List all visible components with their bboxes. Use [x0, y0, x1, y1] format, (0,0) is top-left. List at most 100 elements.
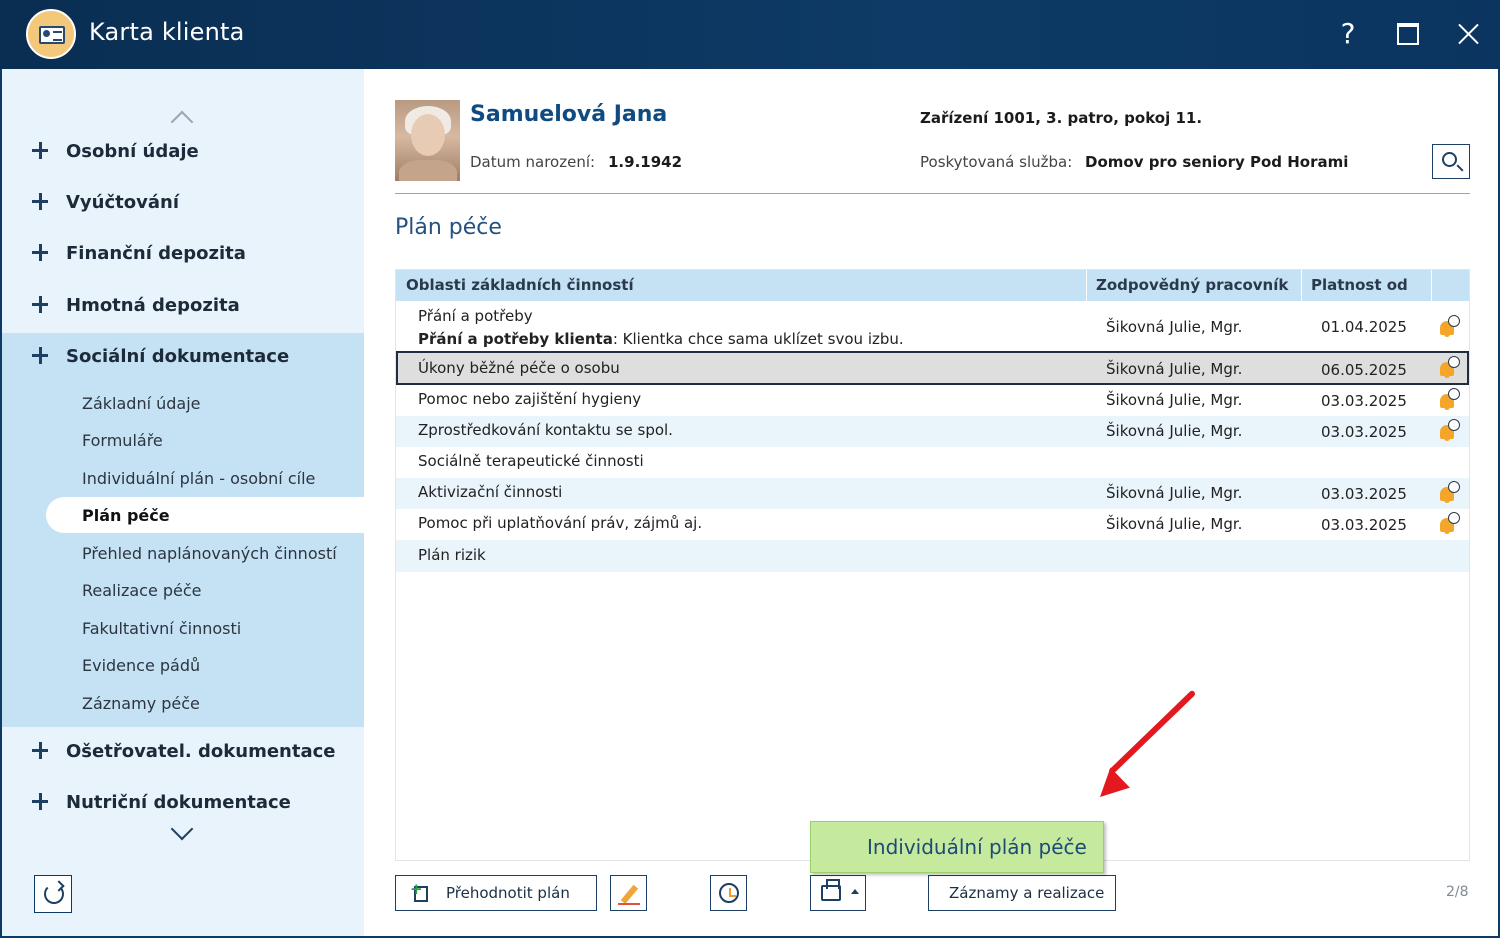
care-plan-table: Oblasti základních činností Zodpovědný p… [395, 269, 1470, 861]
area-cell: Úkony běžné péče o osobu [418, 359, 620, 377]
area-cell: Pomoc nebo zajištění hygieny [418, 390, 642, 408]
sidebar-child-label: Formuláře [82, 431, 163, 450]
reevaluate-plan-button[interactable]: + Přehodnotit plán [395, 875, 597, 911]
pencil-icon [620, 884, 639, 904]
client-photo [395, 100, 460, 181]
date-cell: 01.04.2025 [1321, 318, 1407, 336]
expand-icon [32, 742, 50, 760]
reminder-bell-icon[interactable] [1438, 356, 1460, 378]
table-header: Oblasti základních činností Zodpovědný p… [396, 270, 1469, 301]
column-header-area[interactable]: Oblasti základních činností [406, 276, 634, 294]
chevron-down-icon [170, 817, 194, 841]
service-value: Domov pro seniory Pod Horami [1085, 153, 1349, 171]
reminder-bell-icon[interactable] [1438, 419, 1460, 441]
sidebar-child-zaznamy-pece[interactable]: Záznamy péče [2, 685, 364, 721]
chevron-up-icon [170, 110, 194, 134]
sidebar-child-zakladni-udaje[interactable]: Základní údaje [2, 385, 364, 421]
expand-icon [32, 142, 50, 160]
table-row[interactable]: Zprostředkování kontaktu se spol. Šikovn… [396, 416, 1469, 447]
sidebar-item-label: Vyúčtování [66, 192, 179, 213]
scroll-up-button[interactable] [170, 103, 196, 134]
search-button[interactable] [1432, 144, 1470, 179]
table-row[interactable]: Pomoc nebo zajištění hygieny Šikovná Jul… [396, 385, 1469, 416]
sidebar-child-label: Plán péče [82, 506, 170, 525]
expand-icon [32, 193, 50, 211]
worker-cell: Šikovná Julie, Mgr. [1106, 360, 1243, 378]
sidebar-item-label: Ošetřovatel. dokumentace [66, 741, 336, 762]
table-row-selected[interactable]: Úkony běžné péče o osobu Šikovná Julie, … [396, 351, 1469, 385]
date-cell: 03.03.2025 [1321, 516, 1407, 534]
scroll-down-button[interactable] [170, 817, 196, 847]
search-icon [1442, 152, 1457, 167]
sidebar-child-fakultativni-cinnosti[interactable]: Fakultativní činnosti [2, 610, 364, 646]
print-menu-button[interactable] [810, 875, 866, 911]
sidebar-child-label: Individuální plán - osobní cíle [82, 469, 316, 488]
sidebar-child-plan-pece[interactable]: Plán péče [46, 497, 364, 533]
table-row[interactable]: Pomoc při uplatňování práv, zájmů aj. Ši… [396, 509, 1469, 540]
table-row[interactable]: Sociálně terapeutické činnosti [396, 447, 1469, 478]
sidebar-item-financni-depozita[interactable]: Finanční depozita [2, 235, 364, 275]
reminder-bell-icon[interactable] [1438, 481, 1460, 503]
sidebar-item-hmotna-depozita[interactable]: Hmotná depozita [2, 287, 364, 327]
expand-icon [32, 296, 50, 314]
collapse-icon [32, 347, 50, 365]
date-cell: 03.03.2025 [1321, 392, 1407, 410]
sidebar-child-label: Základní údaje [82, 394, 201, 413]
expand-icon [32, 793, 50, 811]
sidebar-child-label: Realizace péče [82, 581, 202, 600]
worker-cell: Šikovná Julie, Mgr. [1106, 318, 1243, 336]
service-label: Poskytovaná služba: [920, 153, 1073, 171]
main-panel: Samuelová Jana Datum narození: 1.9.1942 … [364, 69, 1498, 936]
table-row[interactable]: Přání a potřeby Přání a potřeby klienta:… [396, 301, 1469, 351]
column-header-worker[interactable]: Zodpovědný pracovník [1096, 276, 1288, 294]
sidebar-child-evidence-padu[interactable]: Evidence pádů [2, 647, 364, 683]
printer-icon [821, 879, 841, 901]
sidebar: Osobní údaje Vyúčtování Finanční depozit… [2, 69, 364, 936]
edit-button[interactable] [610, 875, 647, 911]
sidebar-item-label: Nutriční dokumentace [66, 792, 291, 813]
sidebar-item-osobni-udaje[interactable]: Osobní údaje [2, 133, 364, 173]
sidebar-child-individualni-plan[interactable]: Individuální plán - osobní cíle [2, 460, 364, 496]
maximize-button[interactable] [1388, 14, 1428, 54]
date-cell: 06.05.2025 [1321, 361, 1407, 379]
worker-cell: Šikovná Julie, Mgr. [1106, 515, 1243, 533]
sidebar-child-prehled-cinnosti[interactable]: Přehled naplánovaných činností [2, 535, 364, 571]
column-header-valid-from[interactable]: Platnost od [1311, 276, 1408, 294]
sidebar-item-vyuctovani[interactable]: Vyúčtování [2, 184, 364, 224]
sidebar-child-realizace-pece[interactable]: Realizace péče [2, 572, 364, 608]
sidebar-child-label: Záznamy péče [82, 694, 200, 713]
worker-cell: Šikovná Julie, Mgr. [1106, 484, 1243, 502]
refresh-icon [44, 884, 64, 904]
client-name: Samuelová Jana [470, 102, 668, 127]
reevaluate-plan-label: Přehodnotit plán [446, 884, 570, 902]
refresh-button[interactable] [34, 875, 72, 913]
date-cell: 03.03.2025 [1321, 423, 1407, 441]
worker-cell: Šikovná Julie, Mgr. [1106, 391, 1243, 409]
header-divider [395, 193, 1470, 194]
page-title: Plán péče [395, 215, 502, 240]
area-cell: Pomoc při uplatňování práv, zájmů aj. [418, 514, 703, 532]
sidebar-child-formulare[interactable]: Formuláře [2, 422, 364, 458]
records-and-realization-button[interactable]: Záznamy a realizace [928, 875, 1116, 911]
worker-cell: Šikovná Julie, Mgr. [1106, 422, 1243, 440]
sidebar-item-label: Finanční depozita [66, 243, 246, 264]
sidebar-item-socialni-dokumentace[interactable]: Sociální dokumentace [2, 338, 364, 378]
sidebar-child-label: Fakultativní činnosti [82, 619, 242, 638]
expand-icon [32, 244, 50, 262]
facility-location: Zařízení 1001, 3. patro, pokoj 11. [920, 109, 1203, 127]
help-button[interactable]: ? [1328, 14, 1368, 54]
history-button[interactable] [710, 875, 747, 911]
page-indicator: 2/8 [1446, 884, 1469, 900]
reminder-bell-icon[interactable] [1438, 388, 1460, 410]
table-row[interactable]: Aktivizační činnosti Šikovná Julie, Mgr.… [396, 478, 1469, 509]
reminder-bell-icon[interactable] [1438, 512, 1460, 534]
area-cell: Přání a potřeby [418, 307, 533, 325]
print-tooltip: Individuální plán péče [810, 821, 1104, 873]
area-cell: Sociálně terapeutické činnosti [418, 452, 644, 470]
table-row[interactable]: Plán rizik [396, 540, 1469, 572]
sidebar-item-osetrovatel-dokumentace[interactable]: Ošetřovatel. dokumentace [2, 733, 364, 773]
social-docs-group: Sociální dokumentace Základní údaje Form… [2, 333, 364, 727]
close-button[interactable] [1448, 14, 1488, 54]
reminder-bell-icon[interactable] [1438, 315, 1460, 337]
sidebar-child-label: Evidence pádů [82, 656, 201, 675]
